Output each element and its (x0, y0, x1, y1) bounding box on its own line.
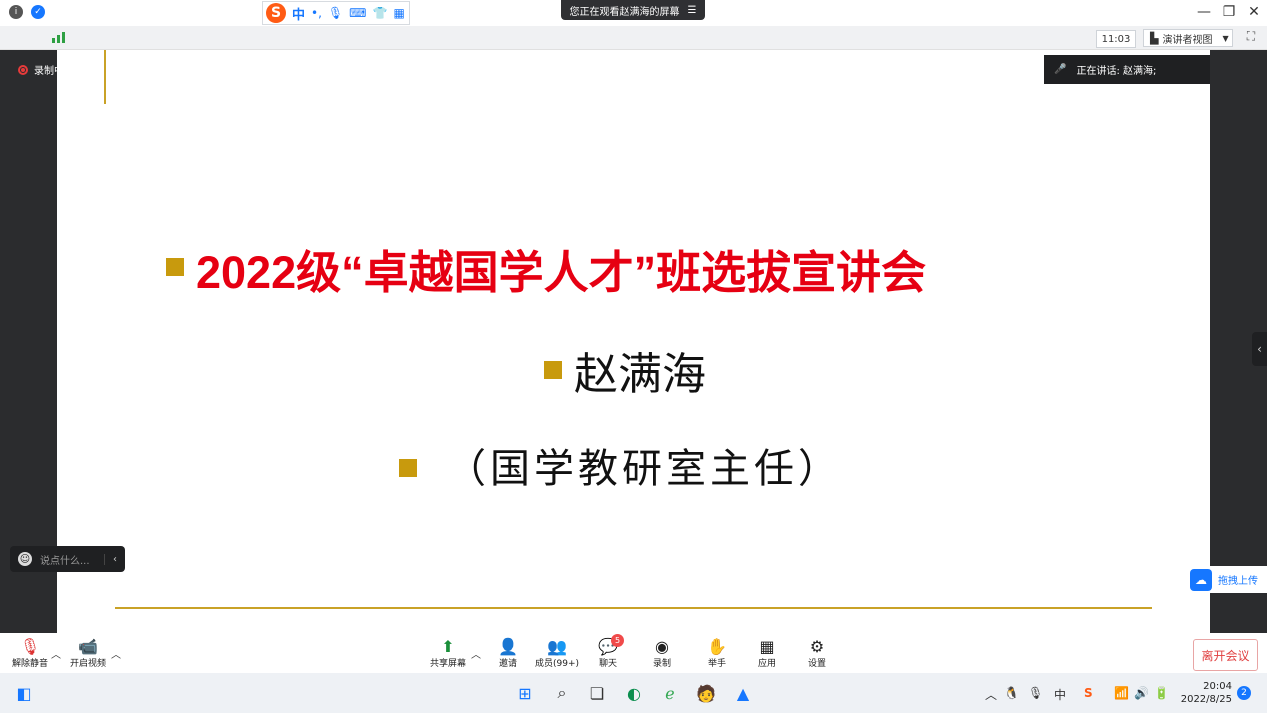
recording-indicator[interactable]: 录制中 (18, 62, 64, 77)
share-screen-button[interactable]: ⬆ 共享屏幕 (418, 636, 478, 672)
record-button[interactable]: ◉ 录制 (632, 636, 692, 672)
signal-icon[interactable] (52, 31, 66, 43)
volume-icon[interactable]: 🔊 (1134, 686, 1149, 700)
close-icon[interactable]: ✕ (1245, 4, 1263, 20)
chevron-down-icon: ▼ (1222, 33, 1229, 43)
chat-badge: 5 (611, 634, 624, 647)
mic-muted-icon: 🎙 (19, 636, 41, 656)
chat-placeholder: 说点什么... (40, 555, 90, 567)
microphone-icon[interactable]: 🎙 (328, 6, 343, 20)
active-speaker-banner: 🎤 正在讲话: 赵满海; (1044, 55, 1210, 84)
show-hidden-icons-chevron-up-icon[interactable]: ︿ (985, 686, 997, 703)
bullet-icon (544, 361, 562, 379)
video-options-chevron-up-icon[interactable]: ︿ (111, 646, 121, 661)
bullet-icon (399, 459, 417, 477)
task-view-icon[interactable]: ❏ (585, 681, 609, 705)
info-icon[interactable]: i (9, 5, 23, 19)
clock-time: 20:04 (1203, 681, 1232, 692)
record-icon: ◉ (655, 636, 669, 656)
hand-icon: ✋ (707, 636, 727, 656)
gear-icon: ⚙ (809, 636, 825, 656)
edge-browser-icon[interactable]: ◐ (622, 681, 646, 705)
widgets-icon[interactable]: ◧ (12, 681, 36, 705)
menu-icon[interactable]: ☰ (688, 5, 697, 16)
invite-icon: 👤 (498, 636, 518, 656)
slide-speaker-name: 赵满海 (574, 349, 706, 400)
restore-icon[interactable]: ❐ (1220, 4, 1238, 20)
chat-button[interactable]: 💬 5 聊天 (578, 634, 638, 672)
view-mode-label: 演讲者视图 (1162, 34, 1213, 46)
record-dot-icon (18, 64, 28, 75)
members-icon: 👥 (547, 636, 567, 656)
sogou-logo-icon[interactable]: S (266, 3, 286, 23)
share-status-text: 您正在观看赵满海的屏幕 (569, 6, 680, 18)
minimize-icon[interactable]: — (1195, 4, 1213, 20)
active-speaker-label: 正在讲话: 赵满海; (1076, 66, 1157, 77)
cloud-upload-icon: ☁ (1190, 568, 1212, 591)
search-icon[interactable]: ⌕ (550, 681, 574, 705)
qq-icon[interactable]: 🐧 (1004, 686, 1019, 700)
meeting-info-bar (0, 26, 1267, 50)
ime-mode-label[interactable]: 中 (292, 4, 305, 23)
layout-icon: ▙ (1150, 31, 1159, 45)
slide-title: 2022级“卓越国学人才”班选拔宣讲会 (196, 247, 927, 298)
sidebar-toggle-chevron-left-icon[interactable]: ‹ (1252, 332, 1267, 366)
slide-accent-line (104, 50, 106, 104)
settings-button[interactable]: ⚙ 设置 (787, 636, 847, 672)
system-clock[interactable]: 20:04 2022/8/25 (1176, 680, 1232, 706)
microphone-icon[interactable]: 🎙 (1028, 686, 1043, 700)
slide-speaker-role: （国学教研室主任） (446, 446, 842, 492)
recording-label: 录制中 (34, 66, 64, 77)
share-status-banner[interactable]: 您正在观看赵满海的屏幕 ☰ (561, 0, 705, 20)
apps-icon: ▦ (759, 636, 775, 656)
clock-date: 2022/8/25 (1180, 694, 1232, 705)
grid-icon[interactable]: ▦ (393, 6, 404, 20)
ie-browser-icon[interactable]: ℯ (658, 681, 682, 705)
chevron-left-icon[interactable]: ‹ (104, 553, 117, 565)
emoji-icon[interactable]: ☺ (18, 552, 32, 566)
battery-icon[interactable]: 🔋 (1154, 686, 1169, 700)
keyboard-icon[interactable]: ⌨ (349, 6, 366, 20)
app-avatar-icon[interactable]: 🧑 (694, 681, 718, 705)
input-method-icon[interactable]: 中 (1054, 686, 1066, 703)
wifi-icon[interactable]: 📶 (1114, 686, 1129, 700)
slide-divider (115, 607, 1152, 609)
mic-muted-icon: 🎤 (1054, 64, 1067, 75)
video-off-icon: 📹 (78, 636, 98, 656)
meeting-timer: 11:03 (1096, 30, 1136, 48)
bullet-icon (166, 258, 184, 276)
notification-badge[interactable]: 2 (1237, 686, 1251, 700)
share-screen-icon: ⬆ (441, 636, 455, 656)
punctuation-icon[interactable]: •, (311, 6, 322, 20)
quick-chat-input[interactable]: ☺ 说点什么... ‹ (10, 546, 125, 572)
view-mode-dropdown[interactable]: ▙ 演讲者视图 ▼ (1143, 29, 1233, 47)
tencent-meeting-icon[interactable]: ▲ (731, 681, 755, 705)
start-video-button[interactable]: 📹 开启视频 (58, 636, 118, 672)
leave-meeting-button[interactable]: 离开会议 (1193, 639, 1258, 671)
sogou-tray-icon[interactable]: S (1084, 686, 1093, 700)
ime-toolbar[interactable]: S 中 •, 🎙 ⌨ 👕 ▦ (262, 1, 410, 25)
fullscreen-icon[interactable]: ⛶ (1242, 29, 1260, 47)
shield-icon[interactable]: ✓ (31, 5, 45, 19)
upload-label: 拖拽上传 (1218, 576, 1258, 587)
drag-upload-button[interactable]: ☁ 拖拽上传 (1186, 566, 1267, 593)
start-menu-icon[interactable]: ⊞ (513, 681, 537, 705)
skin-icon[interactable]: 👕 (372, 6, 387, 20)
